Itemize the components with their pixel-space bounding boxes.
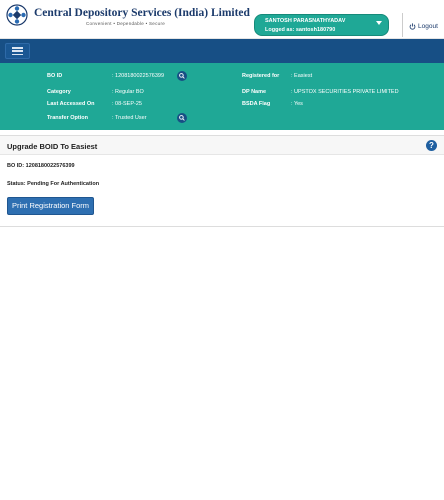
dp-name-label: DP Name xyxy=(242,89,267,95)
registered-for-label: Registered for xyxy=(242,73,280,79)
brand-name: Central Depository Services (India) Limi… xyxy=(34,7,250,19)
user-name: SANTOSH PARASNATHYADAV xyxy=(265,18,346,24)
status-line: Status: Pending For Authentication xyxy=(7,181,100,187)
transfer-option-label: Transfer Option xyxy=(47,115,88,121)
user-login-id: Logged as: santosh180790 xyxy=(265,27,336,33)
bo-id-label: BO ID xyxy=(47,73,63,79)
last-accessed-value: : 08-SEP-25 xyxy=(112,101,142,107)
help-icon[interactable]: ? xyxy=(426,140,437,151)
logout-link[interactable]: Logout xyxy=(409,23,438,30)
user-menu-button[interactable]: SANTOSH PARASNATHYADAV Logged as: santos… xyxy=(254,14,389,36)
header-divider xyxy=(402,13,403,37)
upgrade-card: Upgrade BOID To Easiest ? BO ID: 1208180… xyxy=(0,135,444,227)
category-label: Category xyxy=(47,89,71,95)
bo-id-value: : 1208180022576399 xyxy=(112,73,164,79)
top-header: Central Depository Services (India) Limi… xyxy=(0,0,444,39)
brand-logo[interactable]: Central Depository Services (India) Limi… xyxy=(6,3,250,26)
search-icon[interactable] xyxy=(177,113,187,123)
card-header: Upgrade BOID To Easiest ? xyxy=(0,136,444,155)
dp-name-value: : UPSTOX SECURITIES PRIVATE LIMITED xyxy=(291,89,399,95)
print-registration-form-button[interactable]: Print Registration Form xyxy=(7,197,94,215)
bsda-flag-label: BSDA Flag xyxy=(242,101,271,107)
account-info-panel: BO ID : 1208180022576399 Category : Regu… xyxy=(0,63,444,130)
cdsl-logo-icon xyxy=(6,3,28,26)
bsda-flag-value: : Yes xyxy=(291,101,303,107)
last-accessed-label: Last Accessed On xyxy=(47,101,95,107)
logout-label: Logout xyxy=(418,23,438,30)
chevron-down-icon xyxy=(376,21,382,27)
hamburger-icon[interactable] xyxy=(5,43,30,59)
page-title: Upgrade BOID To Easiest xyxy=(7,142,98,151)
transfer-option-value: : Trusted User xyxy=(112,115,147,121)
nav-bar xyxy=(0,39,444,63)
brand-tagline: Convenient • Dependable • Secure xyxy=(86,21,166,26)
search-icon[interactable] xyxy=(177,71,187,81)
power-icon xyxy=(409,23,416,30)
registered-for-value: : Easiest xyxy=(291,73,313,79)
category-value: : Regular BO xyxy=(112,89,144,95)
bo-id-line: BO ID: 1208180022576399 xyxy=(7,163,75,169)
